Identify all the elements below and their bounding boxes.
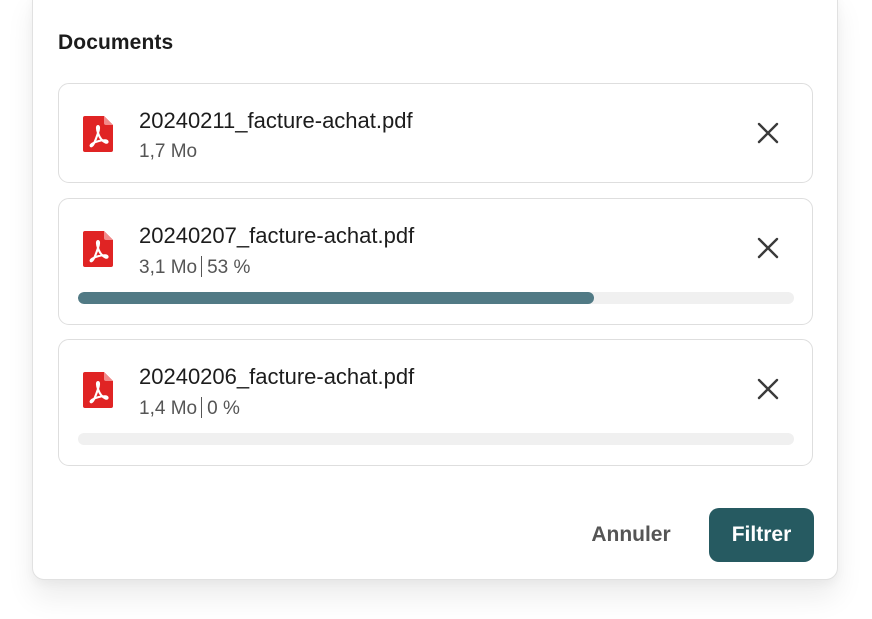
meta-divider (201, 397, 203, 418)
file-name: 20240206_facture-achat.pdf (139, 364, 415, 389)
file-name: 20240207_facture-achat.pdf (139, 223, 415, 248)
progress-fill (78, 292, 594, 304)
progress-bar (78, 292, 794, 304)
pdf-icon (83, 116, 113, 152)
file-meta: 1,7 Mo (139, 141, 197, 163)
close-icon[interactable] (756, 377, 780, 401)
file-item: 20240207_facture-achat.pdf 3,1 Mo 53 % (58, 198, 813, 325)
upload-percent: 0 % (207, 398, 240, 419)
file-size: 1,4 Mo (139, 398, 198, 419)
file-name: 20240211_facture-achat.pdf (139, 108, 413, 133)
file-size: 1,7 Mo (139, 141, 198, 162)
close-icon[interactable] (756, 236, 780, 260)
upload-percent: 53 % (207, 257, 251, 278)
pdf-icon (83, 372, 113, 408)
file-item: 20240206_facture-achat.pdf 1,4 Mo 0 % (58, 339, 813, 466)
section-title: Documents (58, 31, 174, 54)
file-item: 20240211_facture-achat.pdf 1,7 Mo (58, 83, 813, 183)
meta-divider (201, 256, 203, 277)
close-icon[interactable] (756, 121, 780, 145)
file-meta: 1,4 Mo 0 % (139, 397, 240, 420)
progress-bar (78, 433, 794, 445)
file-size: 3,1 Mo (139, 257, 198, 278)
cancel-button[interactable]: Annuler (576, 512, 686, 558)
file-meta: 3,1 Mo 53 % (139, 256, 250, 279)
filter-button[interactable]: Filtrer (709, 508, 814, 562)
pdf-icon (83, 231, 113, 267)
